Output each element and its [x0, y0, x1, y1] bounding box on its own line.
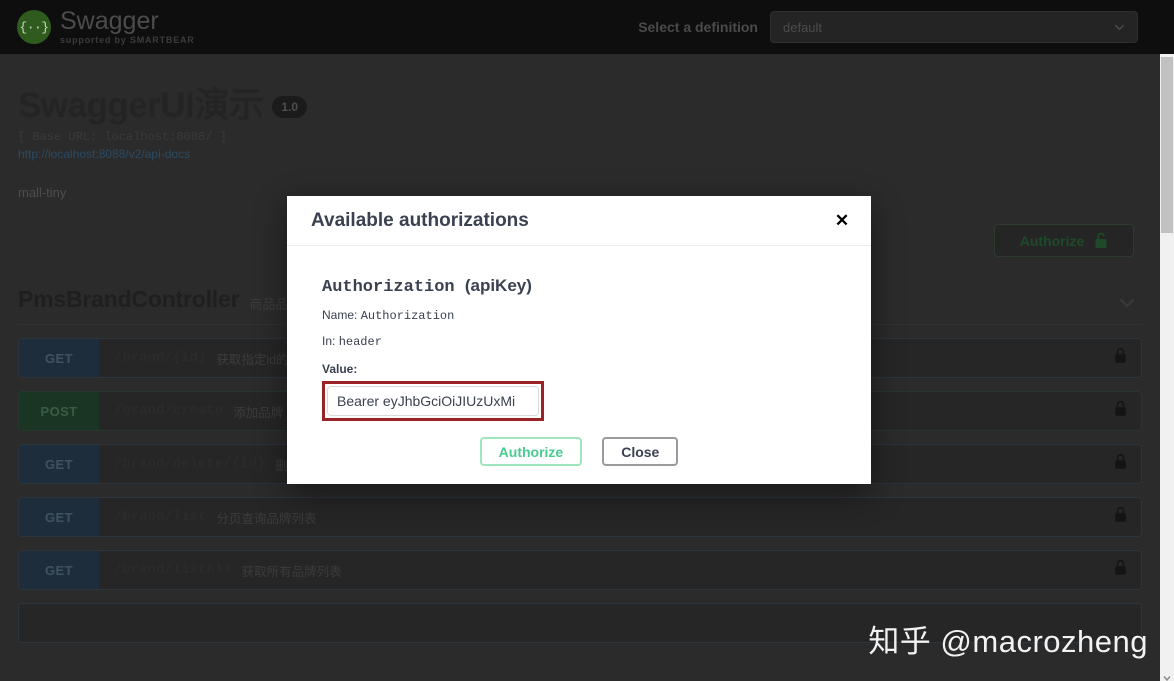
page-title: SwaggerUI演示 — [18, 86, 264, 125]
api-key-input[interactable] — [327, 386, 539, 416]
chevron-down-icon — [1114, 22, 1125, 33]
in-value: header — [338, 335, 382, 349]
scheme-name: Authorization — [322, 278, 455, 297]
operation-path: /brand/{id} — [114, 350, 207, 366]
lock-icon[interactable] — [1114, 347, 1127, 369]
unlock-icon — [1094, 232, 1108, 249]
name-label: Name: — [322, 308, 358, 322]
http-method-badge: POST — [19, 392, 99, 430]
api-title-row: SwaggerUI演示 1.0 — [18, 88, 1142, 123]
value-highlight-box — [322, 381, 544, 421]
base-url: [ Base URL: localhost:8088/ ] — [18, 130, 227, 144]
modal-authorize-button[interactable]: Authorize — [479, 437, 583, 466]
value-label: Value: — [322, 362, 358, 376]
vertical-scrollbar[interactable] — [1160, 54, 1174, 681]
scrollbar-thumb[interactable] — [1161, 57, 1173, 233]
modal-actions: Authorize Close — [322, 437, 836, 466]
lock-icon[interactable] — [1114, 506, 1127, 528]
http-method-badge: GET — [19, 339, 99, 377]
operation-description: 添加品牌 — [233, 405, 284, 420]
modal-body: Authorization (apiKey) Name: Authorizati… — [287, 246, 871, 466]
definition-select[interactable]: default — [770, 11, 1138, 43]
close-icon[interactable]: ✕ — [832, 210, 852, 230]
operation-row[interactable]: GET /brand/list 分页查询品牌列表 — [18, 497, 1142, 537]
operation-path: /brand/list — [114, 509, 207, 525]
authorize-button-label: Authorize — [1019, 232, 1085, 249]
authorize-button[interactable]: Authorize — [994, 224, 1134, 257]
swagger-logo-subtitle: supported by SMARTBEAR — [60, 35, 195, 45]
definition-selector-area: Select a definition default — [638, 11, 1138, 43]
operation-description: 获取所有品牌列表 — [241, 564, 342, 579]
lock-icon[interactable] — [1114, 559, 1127, 581]
lock-icon[interactable] — [1114, 453, 1127, 475]
swagger-logo[interactable]: {··} Swagger supported by SMARTBEAR — [17, 9, 195, 45]
api-info: SwaggerUI演示 1.0 [ Base URL: localhost:80… — [0, 54, 1160, 200]
scheme-kind: (apiKey) — [464, 276, 532, 295]
modal-header: Available authorizations ✕ — [287, 196, 871, 246]
http-method-badge: GET — [19, 445, 99, 483]
modal-title: Available authorizations — [311, 209, 529, 231]
security-scheme-title: Authorization (apiKey) — [322, 276, 836, 297]
section-title: PmsBrandController — [18, 286, 240, 312]
api-docs-link[interactable]: http://localhost:8088/v2/api-docs — [18, 147, 1142, 161]
operation-row[interactable]: GET /brand/listAll 获取所有品牌列表 — [18, 550, 1142, 590]
scheme-in-line: In: header — [322, 334, 836, 349]
operation-path: /brand/listAll — [114, 562, 232, 578]
in-label: In: — [322, 334, 336, 348]
scroll-down-arrow-icon[interactable] — [1162, 670, 1172, 681]
scheme-name-line: Name: Authorization — [322, 308, 836, 323]
http-method-badge: GET — [19, 498, 99, 536]
swagger-ui-page: {··} Swagger supported by SMARTBEAR Sele… — [0, 0, 1174, 681]
operation-path: /brand/delete/{id} — [114, 456, 266, 472]
lock-icon[interactable] — [1114, 400, 1127, 422]
topbar: {··} Swagger supported by SMARTBEAR Sele… — [0, 0, 1174, 54]
definition-label: Select a definition — [638, 19, 758, 35]
version-badge: 1.0 — [272, 96, 308, 118]
definition-selected-value: default — [783, 19, 823, 35]
operation-description: 分页查询品牌列表 — [216, 511, 317, 526]
available-authorizations-modal: Available authorizations ✕ Authorization… — [287, 196, 871, 484]
watermark: 知乎 @macrozheng — [868, 624, 1148, 659]
chevron-down-icon[interactable] — [1116, 292, 1138, 319]
name-value: Authorization — [360, 309, 455, 323]
swagger-logo-icon: {··} — [17, 10, 51, 44]
swagger-logo-title: Swagger — [60, 7, 159, 35]
http-method-badge: GET — [19, 551, 99, 589]
modal-close-button[interactable]: Close — [602, 437, 679, 466]
operation-path: /brand/create — [114, 403, 224, 419]
